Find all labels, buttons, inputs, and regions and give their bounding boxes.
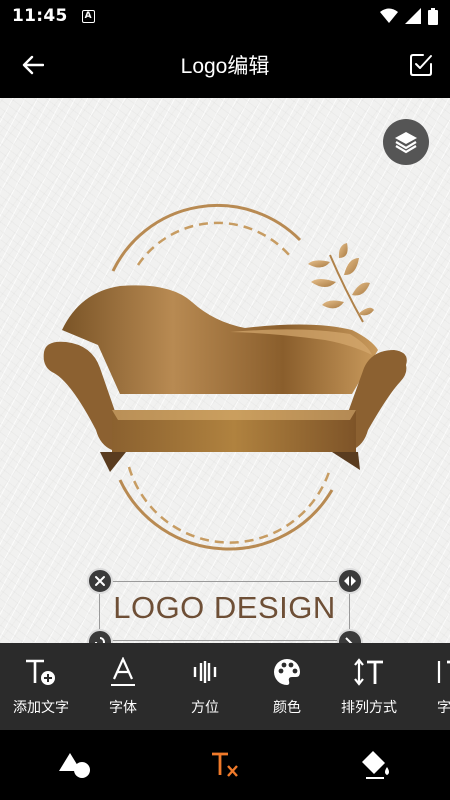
bottom-nav — [0, 730, 450, 800]
tool-font[interactable]: 字体 — [82, 643, 164, 730]
title-bar: Logo编辑 — [0, 32, 450, 98]
tool-label: 排列方式 — [341, 700, 397, 716]
confirm-button[interactable] — [406, 50, 436, 80]
layers-button[interactable] — [383, 119, 429, 165]
rotate-icon — [95, 637, 105, 643]
sofa-left-leg — [100, 452, 126, 472]
bottom-dashed-arc — [127, 466, 331, 544]
flip-icon — [344, 576, 356, 586]
tool-label: 字体 — [109, 700, 137, 716]
checkbox-done-icon — [410, 54, 432, 76]
palette-icon — [274, 659, 300, 685]
tool-add-text[interactable]: 添加文字 — [0, 643, 82, 730]
arrow-left-icon — [22, 55, 44, 75]
text-clear-icon — [212, 752, 238, 777]
nav-shapes[interactable] — [0, 730, 150, 800]
tool-label: 方位 — [191, 700, 219, 716]
top-dashed-arc — [136, 221, 291, 266]
text-toolbar: 添加文字 字体 方位 颜色 排列方式 字符 — [0, 643, 450, 730]
cell-signal-icon — [405, 8, 421, 24]
sofa-right-leg — [332, 452, 360, 470]
tool-arrangement[interactable]: 排列方式 — [328, 643, 410, 730]
text-direction-icon — [354, 658, 383, 686]
text-selection-box[interactable]: LOGO DESIGN — [99, 581, 350, 641]
back-button[interactable] — [22, 48, 62, 82]
status-bar: 11:45 A — [0, 0, 450, 32]
shapes-icon — [59, 753, 90, 778]
page-title: Logo编辑 — [180, 55, 270, 78]
tool-label: 添加文字 — [13, 700, 69, 716]
leaf-branch — [308, 243, 374, 323]
nav-text[interactable] — [150, 730, 300, 800]
font-icon — [111, 657, 135, 686]
status-time: 11:45 — [12, 6, 68, 26]
resize-icon — [345, 637, 353, 643]
character-spacing-icon — [437, 660, 450, 683]
status-icons — [380, 7, 438, 25]
paint-bucket-icon — [362, 751, 389, 779]
logo-graphic[interactable] — [0, 98, 450, 643]
delete-handle[interactable] — [87, 568, 113, 594]
editing-canvas[interactable]: LOGO DESIGN — [0, 98, 450, 643]
notification-icon: A — [81, 9, 95, 23]
align-icon — [193, 661, 217, 683]
tool-label: 颜色 — [273, 700, 301, 716]
add-text-icon — [26, 659, 55, 685]
tool-label: 字符 — [437, 700, 450, 716]
tool-color[interactable]: 颜色 — [246, 643, 328, 730]
flip-handle[interactable] — [337, 568, 363, 594]
nav-fill[interactable] — [300, 730, 450, 800]
tool-character[interactable]: 字符 — [410, 643, 450, 730]
layers-icon — [395, 132, 417, 154]
logo-text[interactable]: LOGO DESIGN — [100, 590, 349, 626]
battery-icon — [428, 7, 438, 25]
close-icon — [95, 576, 105, 586]
tool-align[interactable]: 方位 — [164, 643, 246, 730]
signal-wifi-icon — [380, 8, 398, 23]
